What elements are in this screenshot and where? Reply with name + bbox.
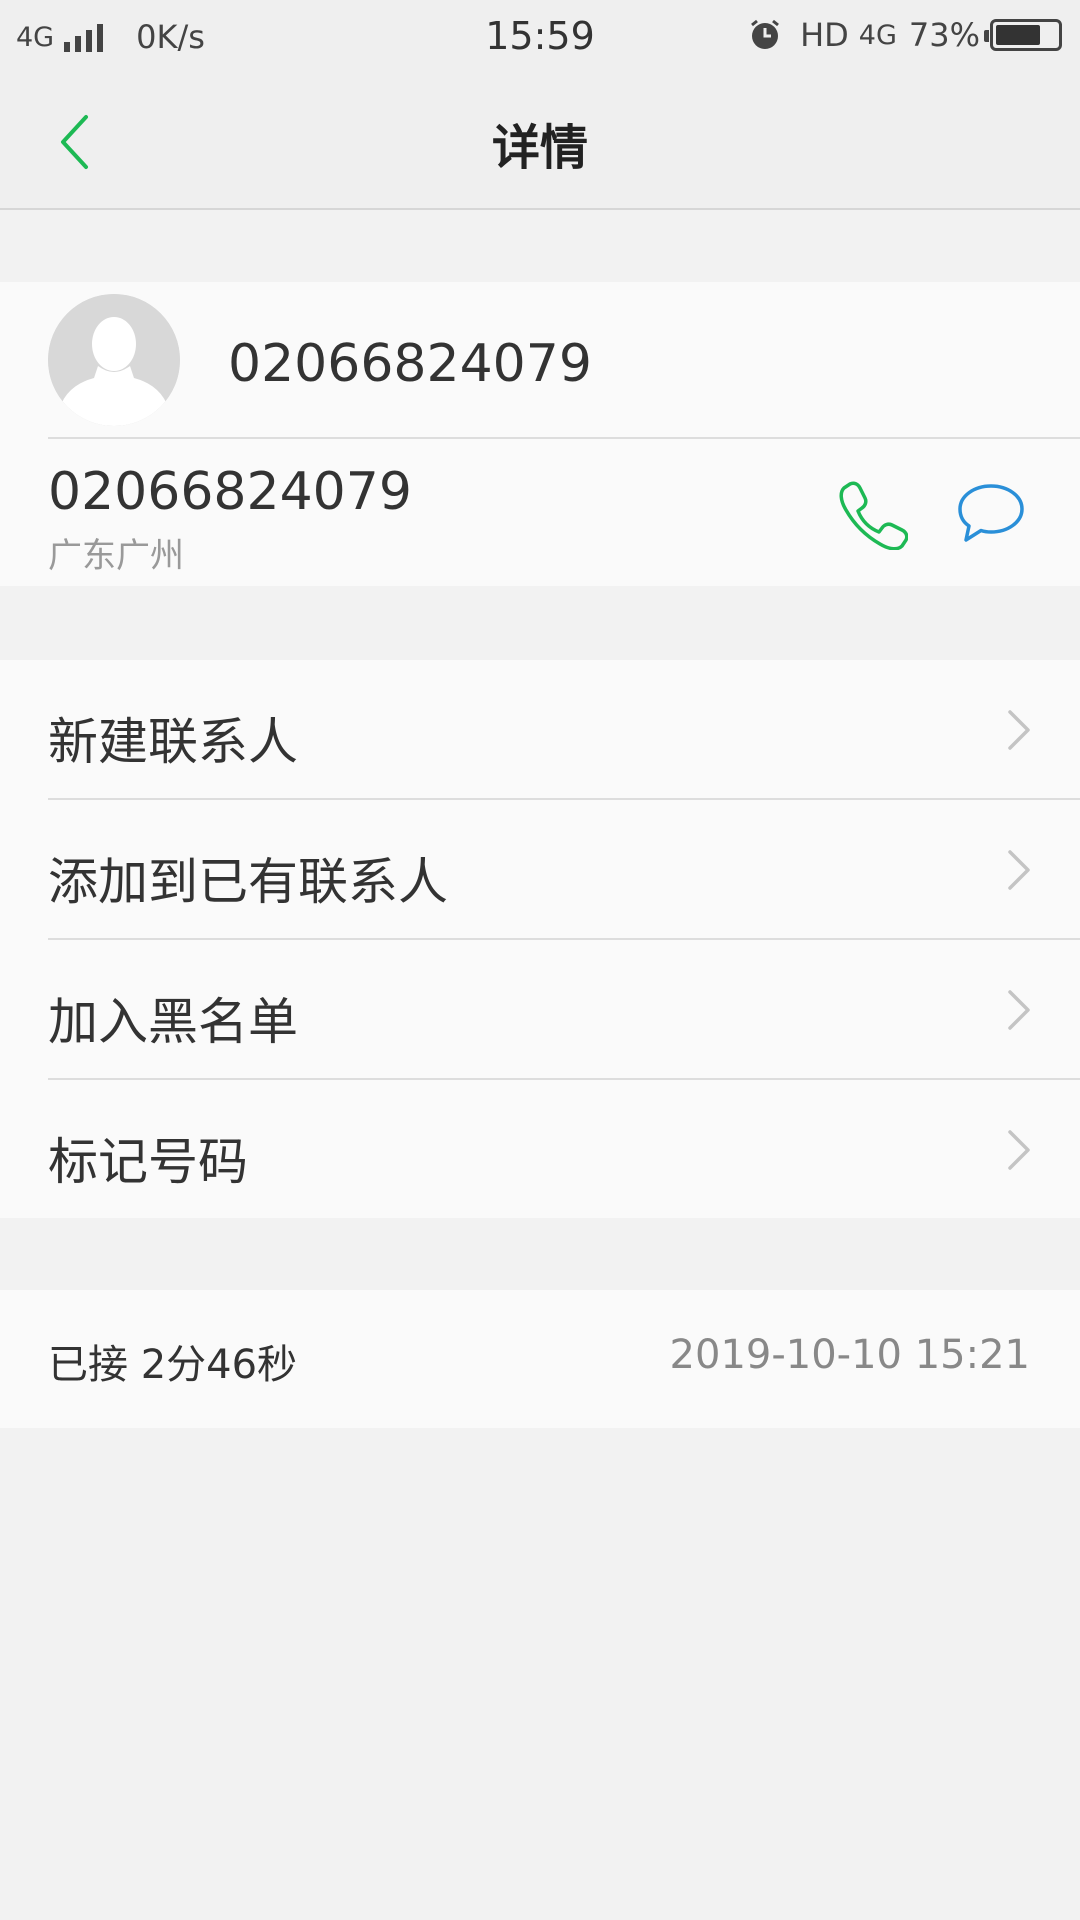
avatar[interactable]: [48, 294, 180, 426]
header: 详情: [0, 74, 1080, 210]
chevron-right-icon: [1008, 710, 1030, 750]
contact-location: 广东广州: [48, 536, 184, 576]
hd-indicator: HD: [800, 16, 849, 54]
divider: [48, 437, 1080, 439]
chevron-right-icon: [1008, 1130, 1030, 1170]
chevron-right-icon: [1008, 850, 1030, 890]
status-bar: 4G 0K/s 15:59 HD 4G 73%: [0, 0, 1080, 74]
contact-card: 02066824079 02066824079 广东广州: [0, 282, 1080, 586]
menu-item-label: 标记号码: [48, 1133, 248, 1191]
call-datetime: 2019-10-10 15:21: [669, 1332, 1030, 1378]
contact-number: 02066824079: [48, 462, 412, 522]
menu-item-label: 加入黑名单: [48, 993, 298, 1051]
menu-item-new-contact[interactable]: 新建联系人: [0, 660, 1080, 800]
person-silhouette-icon: [48, 294, 180, 426]
contact-name: 02066824079: [228, 334, 592, 394]
action-list: 新建联系人 添加到已有联系人 加入黑名单 标记号码: [0, 660, 1080, 1218]
battery-fill: [996, 25, 1040, 45]
page-title: 详情: [491, 120, 588, 176]
call-log-entry: 已接 2分46秒 2019-10-10 15:21: [0, 1290, 1080, 1428]
network-type-right: 4G: [858, 19, 897, 51]
alarm-icon: [751, 19, 779, 49]
call-button[interactable]: [836, 478, 909, 551]
menu-item-add-to-existing[interactable]: 添加到已有联系人: [0, 800, 1080, 940]
status-right: HD 4G 73%: [748, 16, 1062, 54]
phone-icon: [839, 481, 909, 551]
menu-item-blacklist[interactable]: 加入黑名单: [0, 940, 1080, 1080]
chevron-right-icon: [1008, 990, 1030, 1030]
message-bubble-icon: [958, 484, 1024, 542]
menu-item-mark-number[interactable]: 标记号码: [0, 1080, 1080, 1220]
battery-icon: [984, 19, 1062, 51]
battery-percent: 73%: [908, 16, 980, 54]
message-button[interactable]: [956, 480, 1026, 546]
call-status: 已接 2分46秒: [48, 1342, 298, 1388]
menu-item-label: 新建联系人: [48, 713, 298, 771]
menu-item-label: 添加到已有联系人: [48, 853, 448, 911]
